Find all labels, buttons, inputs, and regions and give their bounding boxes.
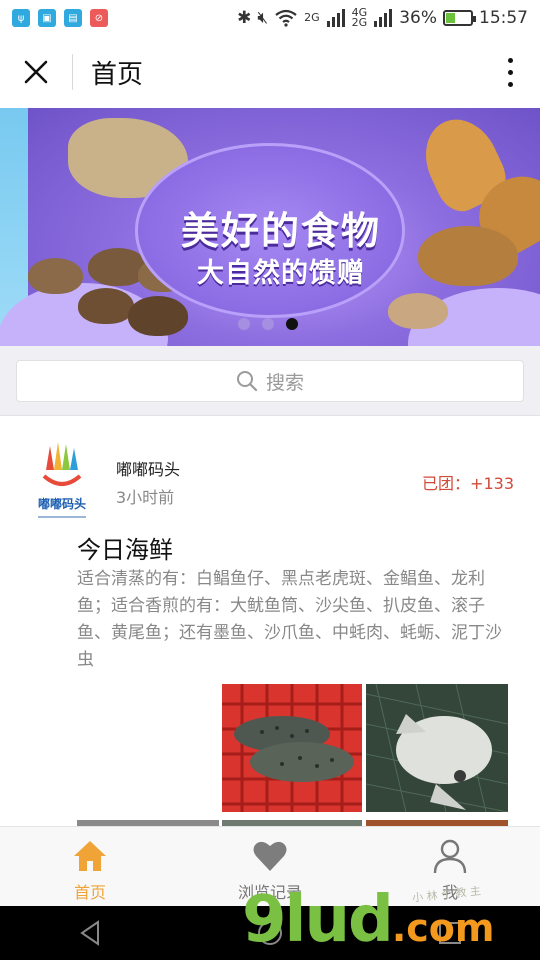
author-logo-text: 嘟嘟码头: [38, 496, 86, 511]
author-logo[interactable]: 嘟嘟码头: [28, 440, 96, 528]
screen: ψ ▣ ▤ ⊘ ✱ 🔇︎ 2G 4G 2G 36% 15:57 首页 美好的食物…: [0, 0, 540, 960]
carousel-indicator: [238, 318, 298, 330]
tab-home-label: 首页: [73, 883, 106, 902]
tab-me-label: 我: [441, 883, 458, 902]
more-vertical-icon-dot: [507, 69, 513, 75]
battery-percent: 36%: [399, 8, 437, 28]
mushroom-image: [388, 293, 448, 329]
post-image-pomfret[interactable]: [366, 684, 508, 812]
back-icon[interactable]: [76, 919, 104, 947]
more-menu-button[interactable]: [480, 36, 540, 108]
blocked-icon: ⊘: [90, 9, 108, 27]
signal-icon: [326, 9, 345, 27]
tab-me[interactable]: 我: [360, 827, 540, 906]
signal-2-icon: [374, 9, 393, 27]
signal-2-bottom: 2G: [351, 16, 368, 29]
system-nav-bar: [0, 906, 540, 960]
app-header: 首页: [0, 36, 540, 108]
status-indicators: ✱ 🔇︎ 2G 4G 2G 36% 15:57: [237, 7, 528, 29]
banner-headline: 美好的食物: [180, 209, 381, 253]
home-icon: [74, 841, 106, 871]
search-section: 搜索: [0, 346, 540, 416]
battery-icon: [443, 10, 476, 26]
close-icon: [24, 60, 48, 84]
bottom-tab-bar: 首页 浏览记录 我: [0, 826, 540, 906]
carousel-dot[interactable]: [238, 318, 250, 330]
signal-1-label: 2G: [304, 11, 320, 24]
banner-carousel[interactable]: 美好的食物 大自然的馈赠: [0, 108, 540, 346]
post-card[interactable]: 嘟嘟码头 嘟嘟码头 3小时前 已团：+133 今日海鲜 适合清蒸的有：白鲳鱼仔、…: [0, 418, 540, 826]
tab-history[interactable]: 浏览记录: [180, 827, 360, 906]
tab-history-label: 浏览记录: [237, 883, 302, 902]
group-count-value: +133: [470, 474, 514, 493]
post-image-grouper[interactable]: [222, 684, 362, 812]
clock: 15:57: [479, 8, 528, 28]
post-description: 适合清蒸的有：白鲳鱼仔、黑点老虎斑、金鲳鱼、龙利鱼；适合香煎的有：大鱿鱼筒、沙尖…: [77, 569, 502, 670]
tab-home[interactable]: 首页: [0, 827, 180, 906]
bluetooth-icon: ✱: [237, 8, 252, 28]
group-count: 已团：+133: [422, 470, 514, 494]
usb-icon: ψ: [12, 9, 30, 27]
notification-icons: ψ ▣ ▤ ⊘: [12, 9, 108, 27]
mute-icon: 🔇︎: [257, 8, 269, 28]
battery-level: [446, 13, 455, 23]
image-icon: ▣: [38, 9, 56, 27]
search-placeholder: 搜索: [265, 371, 304, 394]
post-title: 今日海鲜: [77, 536, 173, 564]
carousel-dot[interactable]: [262, 318, 274, 330]
carousel-dot-active[interactable]: [286, 318, 298, 330]
mushroom-image: [78, 288, 134, 324]
more-vertical-icon: [507, 57, 513, 63]
post-time: 3小时前: [116, 488, 175, 507]
signal-2-label: 4G 2G: [351, 7, 368, 29]
mushroom-image: [128, 296, 188, 336]
profile-icon: [433, 839, 467, 874]
storage-icon: ▤: [64, 9, 82, 27]
status-bar: ψ ▣ ▤ ⊘ ✱ 🔇︎ 2G 4G 2G 36% 15:57: [0, 0, 540, 36]
group-count-label: 已团：: [422, 474, 471, 493]
more-vertical-icon-dot: [507, 81, 513, 87]
wifi-icon: [275, 9, 297, 27]
page-title: 首页: [91, 59, 144, 90]
recents-icon[interactable]: [436, 919, 464, 947]
home-circle-icon[interactable]: [256, 919, 284, 947]
search-input[interactable]: 搜索: [16, 360, 524, 402]
search-icon: [236, 371, 258, 392]
author-name[interactable]: 嘟嘟码头: [116, 456, 180, 480]
banner-subline: 大自然的馈赠: [197, 258, 365, 289]
close-button[interactable]: [0, 36, 72, 108]
header-divider: [72, 54, 73, 90]
heart-icon: [253, 841, 287, 871]
